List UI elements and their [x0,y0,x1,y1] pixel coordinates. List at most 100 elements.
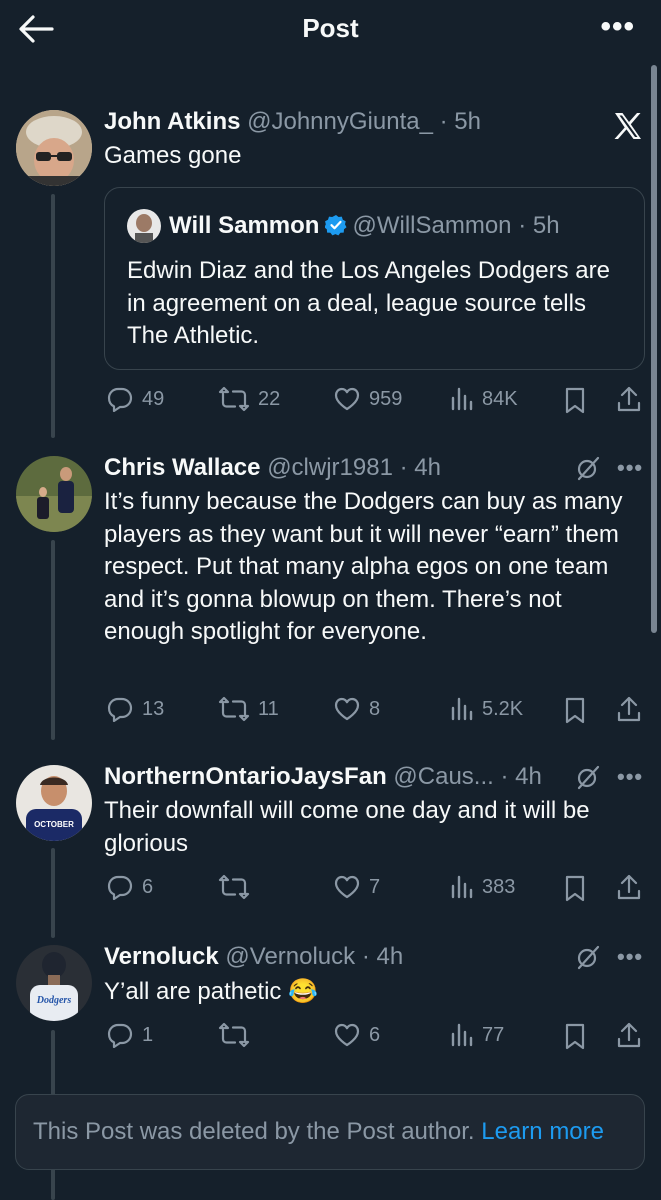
share-button[interactable] [616,695,642,723]
avatar[interactable] [16,456,92,532]
reply-author-name[interactable]: Chris Wallace [104,454,261,481]
reply-count: 13 [142,697,165,720]
repost-count: 22 [258,387,281,410]
reply-button[interactable]: 13 [106,696,164,722]
share-icon [616,873,642,901]
reply-author-name[interactable]: NorthernOntarioJaysFan [104,763,387,790]
reply-author-handle[interactable]: @Caus... [393,763,493,790]
heart-icon [333,386,361,412]
top-bar: Post ••• [0,0,661,60]
reply-author-handle[interactable]: @clwjr1981 [267,454,393,481]
more-options-icon[interactable]: ••• [600,10,635,44]
reply-count: 1 [142,1023,154,1046]
author-handle[interactable]: @JohnnyGiunta_ [247,108,433,135]
views-icon [450,1022,474,1048]
like-button[interactable]: 959 [333,386,402,412]
views-icon [450,696,474,722]
quoted-post[interactable]: Will Sammon @WillSammon · 5h Edwin Diaz a… [104,187,645,370]
post-text: Games gone [104,142,242,169]
thread-line [51,194,55,438]
heart-icon [333,874,361,900]
like-count: 959 [369,387,403,410]
thread-line [51,540,55,740]
reply-author-handle[interactable]: @Vernoluck [225,943,355,970]
avatar[interactable] [16,110,92,186]
avatar[interactable]: Dodgers [16,945,92,1021]
views-button[interactable]: 84K [450,386,518,412]
avatar-caption: OCTOBER [34,820,74,829]
bookmark-button[interactable] [563,696,587,724]
views-button[interactable]: 77 [450,1022,504,1048]
bookmark-button[interactable] [563,1022,587,1050]
post-author-line: John Atkins @JohnnyGiunta_ · 5h [104,108,481,136]
learn-more-link[interactable]: Learn more [481,1118,604,1145]
reply-time[interactable]: · 4h [362,943,403,970]
like-count: 7 [369,875,381,898]
reply-author-line: NorthernOntarioJaysFan @Caus... · 4h [104,763,542,791]
grok-icon[interactable] [575,764,601,795]
author-name[interactable]: John Atkins [104,108,240,135]
reply-author-name[interactable]: Vernoluck [104,943,219,970]
reply-text: Their downfall will come one day and it … [104,797,590,857]
reply-button[interactable]: 49 [106,386,164,412]
quote-author-line: Will Sammon @WillSammon · 5h [169,212,560,240]
bookmark-button[interactable] [563,386,587,414]
quote-avatar[interactable] [127,209,161,243]
more-options-icon[interactable]: ••• [617,944,643,970]
views-button[interactable]: 5.2K [450,696,523,722]
repost-button[interactable]: 11 [218,696,279,722]
views-button[interactable]: 383 [450,874,515,900]
more-options-icon[interactable]: ••• [617,455,643,481]
reply-time[interactable]: · 4h [500,763,541,790]
grok-icon[interactable] [575,944,601,975]
repost-button[interactable]: 22 [218,386,280,412]
reply-icon [106,696,134,722]
share-icon [616,385,642,413]
views-count: 5.2K [482,697,524,720]
reply-author-line: Chris Wallace @clwjr1981 · 4h [104,454,441,482]
heart-icon [333,1022,361,1048]
share-button[interactable] [616,1021,642,1049]
repost-icon [218,386,250,412]
share-button[interactable] [616,385,642,413]
views-count: 77 [482,1023,505,1046]
views-count: 84K [482,387,518,410]
reply-button[interactable]: 1 [106,1022,153,1048]
verified-badge-icon [324,214,347,236]
heart-icon [333,696,361,722]
scrollbar[interactable] [651,65,657,633]
more-options-icon[interactable]: ••• [617,764,643,790]
repost-button[interactable] [218,874,250,900]
reply-icon [106,386,134,412]
bookmark-icon [563,874,587,902]
share-icon [616,1021,642,1049]
share-button[interactable] [616,873,642,901]
repost-icon [218,874,250,900]
reply-text: Y’all are pathetic 😂 [104,978,318,1005]
deleted-post-notice: This Post was deleted by the Post author… [15,1094,645,1170]
reply-count: 49 [142,387,165,410]
like-button[interactable]: 7 [333,874,380,900]
like-count: 8 [369,697,381,720]
repost-count: 11 [258,697,279,720]
reply-time[interactable]: · 4h [400,454,441,481]
reply-button[interactable]: 6 [106,874,153,900]
reply-text: It’s funny because the Dodgers can buy a… [104,488,623,645]
post-time[interactable]: · 5h [440,108,481,135]
avatar[interactable]: OCTOBER [16,765,92,841]
views-icon [450,874,474,900]
reply-author-line: Vernoluck @Vernoluck · 4h [104,943,403,971]
grok-icon[interactable] [575,455,601,486]
quote-author-name: Will Sammon [169,212,320,239]
repost-button[interactable] [218,1022,250,1048]
like-button[interactable]: 6 [333,1022,380,1048]
like-button[interactable]: 8 [333,696,380,722]
reply-icon [106,874,134,900]
bookmark-button[interactable] [563,874,587,902]
avatar-caption: Dodgers [36,995,72,1006]
share-icon [616,695,642,723]
x-logo-icon[interactable] [612,110,644,142]
reply-count: 6 [142,875,154,898]
repost-icon [218,1022,250,1048]
thread-line [51,848,55,938]
